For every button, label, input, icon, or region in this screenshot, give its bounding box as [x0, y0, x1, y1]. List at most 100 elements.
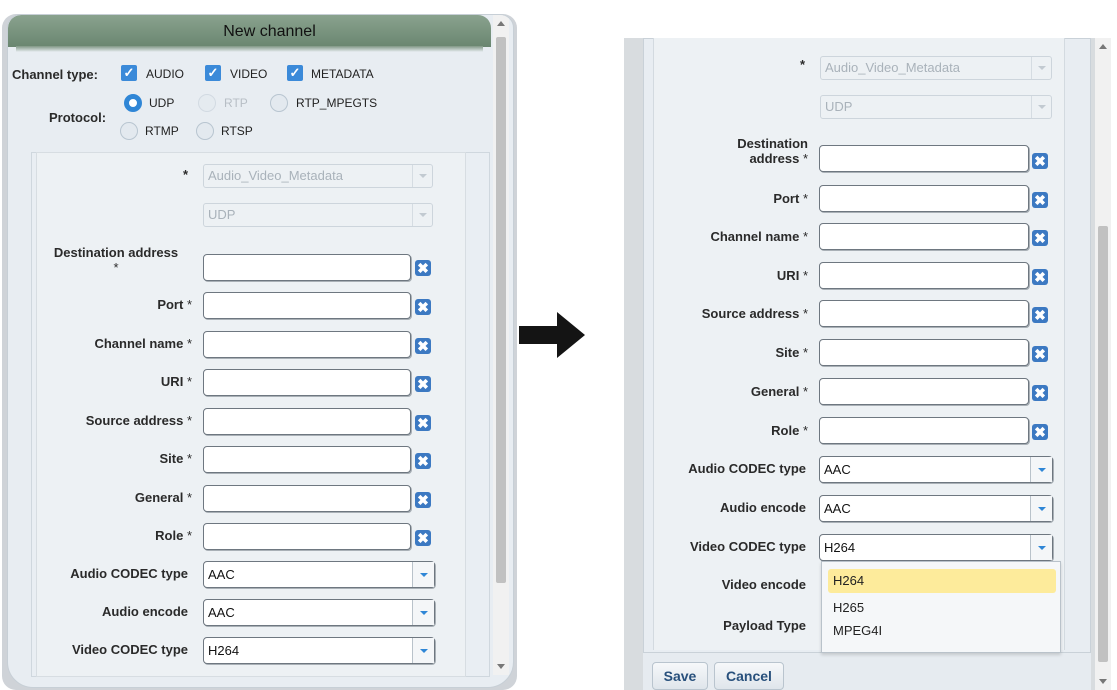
protocol-radio-rtp[interactable]	[198, 94, 216, 112]
left-vertical-scrollbar[interactable]	[493, 15, 509, 675]
site-input[interactable]	[819, 339, 1029, 366]
audio-codec-type-select[interactable]: AAC	[203, 561, 435, 588]
general-label: General *	[660, 384, 808, 399]
chevron-down-icon[interactable]	[1030, 535, 1052, 560]
port-input[interactable]	[203, 292, 411, 319]
source-address-input[interactable]	[819, 300, 1029, 327]
video-codec-type-select[interactable]: H264	[819, 534, 1053, 561]
scroll-up-icon[interactable]	[1099, 44, 1107, 49]
clear-icon[interactable]: ✖	[1032, 385, 1048, 401]
chevron-down-icon[interactable]	[1030, 457, 1052, 482]
video-codec-dropdown-list: H264 H265 MPEG4I	[821, 561, 1061, 653]
required-mark: *	[186, 413, 192, 428]
chevron-down-icon[interactable]	[1030, 496, 1052, 521]
clear-icon[interactable]: ✖	[415, 415, 431, 431]
clear-icon[interactable]: ✖	[415, 530, 431, 546]
clear-icon[interactable]: ✖	[415, 338, 431, 354]
dropdown-option-h265[interactable]: H265	[828, 596, 1056, 620]
port-input[interactable]	[819, 185, 1029, 212]
chevron-down-icon	[412, 165, 432, 187]
dropdown-option-h264[interactable]: H264	[828, 569, 1056, 593]
required-mark: *	[802, 423, 808, 438]
scroll-thumb[interactable]	[496, 37, 506, 583]
required-mark: *	[802, 151, 808, 166]
protocol-radio-udp[interactable]	[124, 94, 142, 112]
protocol-label: Protocol:	[49, 110, 107, 125]
general-input[interactable]	[819, 378, 1029, 405]
clear-icon[interactable]: ✖	[415, 453, 431, 469]
chevron-down-icon[interactable]	[412, 600, 434, 625]
clear-icon[interactable]: ✖	[1032, 269, 1048, 285]
source-address-label-text: Source address	[701, 306, 800, 321]
chevron-down-icon[interactable]	[412, 638, 434, 663]
role-label-text: Role	[155, 528, 184, 543]
clear-icon[interactable]: ✖	[1032, 346, 1048, 362]
clear-icon[interactable]: ✖	[1032, 424, 1048, 440]
video-checkbox[interactable]: ✓	[205, 65, 221, 81]
required-mark: *	[186, 374, 192, 389]
source-address-input[interactable]	[203, 408, 411, 435]
role-input[interactable]	[819, 417, 1029, 444]
destination-address-input[interactable]	[819, 145, 1029, 172]
protocol-label-rtp-mpegts: RTP_MPEGTS	[296, 96, 378, 110]
clear-icon[interactable]: ✖	[415, 299, 431, 315]
protocol-radio-rtsp[interactable]	[196, 122, 214, 140]
channel-name-label-text: Channel name	[94, 336, 184, 351]
audio-encode-label: Audio encode	[720, 500, 806, 515]
channel-name-input[interactable]	[819, 223, 1029, 250]
site-label: Site *	[40, 451, 192, 466]
channel-template-value: Audio_Video_Metadata	[825, 60, 960, 75]
port-label: Port *	[660, 191, 808, 206]
protocol-radio-rtp-mpegts[interactable]	[270, 94, 288, 112]
scroll-down-icon[interactable]	[497, 664, 505, 669]
uri-input[interactable]	[819, 262, 1029, 289]
protocol-radio-rtmp[interactable]	[120, 122, 138, 140]
metadata-checkbox-label: METADATA	[311, 67, 374, 81]
chevron-down-icon	[412, 204, 432, 226]
site-input[interactable]	[203, 446, 411, 473]
right-button-bar	[643, 653, 1091, 690]
required-mark: *	[802, 268, 808, 283]
uri-label-text: URI	[776, 268, 800, 283]
source-address-label: Source address *	[40, 413, 192, 428]
role-label-text: Role	[771, 423, 800, 438]
clear-icon[interactable]: ✖	[1032, 192, 1048, 208]
save-button[interactable]: Save	[652, 662, 708, 690]
role-input[interactable]	[203, 523, 411, 550]
audio-checkbox[interactable]: ✓	[121, 65, 137, 81]
channel-name-input[interactable]	[203, 331, 411, 358]
role-label: Role *	[40, 528, 192, 543]
scroll-up-icon[interactable]	[497, 21, 505, 26]
role-label: Role *	[660, 423, 808, 438]
scroll-down-icon[interactable]	[1099, 679, 1107, 684]
uri-label: URI *	[40, 374, 192, 389]
protocol-label-rtmp: RTMP	[145, 124, 179, 138]
general-input[interactable]	[203, 485, 411, 512]
right-vertical-scrollbar[interactable]	[1095, 38, 1111, 690]
audio-encode-select[interactable]: AAC	[203, 599, 435, 626]
template-asterisk: *	[182, 167, 188, 182]
destination-address-label-line1: Destination	[737, 136, 808, 151]
video-codec-type-select[interactable]: H264	[203, 637, 435, 664]
clear-icon[interactable]: ✖	[1032, 307, 1048, 323]
uri-input[interactable]	[203, 369, 411, 396]
destination-address-input[interactable]	[203, 254, 411, 281]
general-label-text: General	[750, 384, 800, 399]
scroll-thumb[interactable]	[1098, 226, 1108, 662]
cancel-button[interactable]: Cancel	[714, 662, 784, 690]
audio-encode-value: AAC	[824, 501, 851, 516]
metadata-checkbox[interactable]: ✓	[287, 65, 303, 81]
audio-encode-select[interactable]: AAC	[819, 495, 1053, 522]
required-mark: *	[802, 229, 808, 244]
audio-codec-type-select[interactable]: AAC	[819, 456, 1053, 483]
clear-icon[interactable]: ✖	[1032, 153, 1048, 169]
dropdown-option-mpeg4i[interactable]: MPEG4I	[828, 619, 1056, 643]
chevron-down-icon[interactable]	[412, 562, 434, 587]
required-mark: *	[186, 297, 192, 312]
clear-icon[interactable]: ✖	[415, 376, 431, 392]
clear-icon[interactable]: ✖	[1032, 230, 1048, 246]
clear-icon[interactable]: ✖	[415, 492, 431, 508]
required-mark: *	[802, 306, 808, 321]
clear-icon[interactable]: ✖	[415, 260, 431, 276]
required-mark: *	[802, 384, 808, 399]
